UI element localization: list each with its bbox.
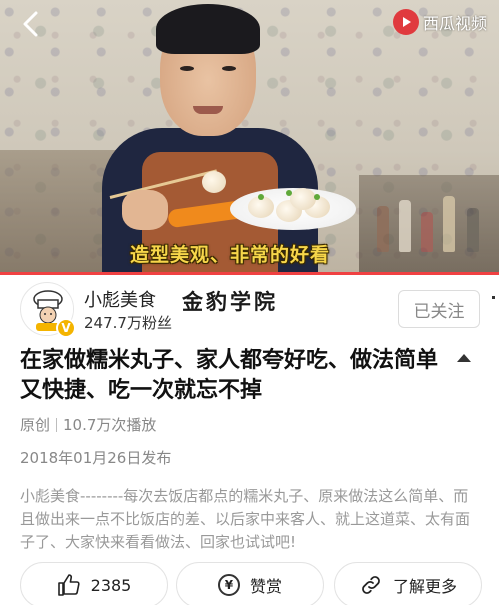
video-player[interactable]: 造型美观、非常的好看 西瓜视频 — [0, 0, 499, 272]
play-circle-icon — [392, 9, 419, 35]
yuan-coin-icon: ¥ — [217, 574, 240, 596]
author-fans-count: 247.7万粉丝 — [84, 314, 172, 332]
learn-more-label: 了解更多 — [392, 577, 457, 596]
like-count: 2385 — [90, 575, 132, 595]
brand-name: 西瓜视频 — [422, 14, 487, 33]
video-shelf-right — [359, 175, 499, 272]
origin-label: 原创 — [20, 416, 51, 434]
video-hand — [122, 190, 168, 230]
follow-button[interactable]: 已关注 — [398, 290, 480, 328]
author-name[interactable]: 小彪美食 — [84, 286, 156, 312]
meta-row: 原创 10.7万次播放 — [20, 414, 156, 435]
reward-label: 赞赏 — [249, 577, 282, 596]
verified-badge: V — [56, 318, 76, 338]
learn-more-button[interactable]: 了解更多 — [334, 562, 482, 605]
back-button[interactable] — [18, 10, 46, 38]
play-count: 10.7万次播放 — [63, 416, 157, 434]
video-progress-bar[interactable] — [0, 272, 499, 275]
action-bar: 2385 ¥ 赞赏 了解更多 — [0, 562, 499, 605]
brand-logo[interactable]: 西瓜视频 — [392, 9, 487, 35]
video-caption: 造型美观、非常的好看 — [130, 244, 331, 266]
meta-divider — [56, 417, 58, 432]
link-icon — [362, 576, 380, 594]
author-row: V 小彪美食 247.7万粉丝 金豹学院 已关注 — [0, 278, 499, 340]
like-button[interactable]: 2385 — [20, 562, 168, 605]
chevron-left-icon — [23, 11, 38, 37]
triangle-up-icon[interactable] — [457, 354, 471, 362]
watermark-text: 金豹学院 — [182, 289, 278, 314]
video-progress-fill — [0, 272, 499, 275]
video-person-hair — [156, 4, 260, 54]
side-dot — [492, 296, 495, 299]
publish-date: 2018年01月26日发布 — [20, 449, 172, 467]
thumbs-up-icon — [57, 574, 80, 596]
video-title: 在家做糯米丸子、家人都夸好吃、做法简单又快捷、吃一次就忘不掉 — [20, 348, 439, 403]
reward-button[interactable]: ¥ 赞赏 — [176, 562, 324, 605]
video-description: 小彪美食--------每次去饭店都点的糯米丸子、原来做法这么简单、而且做出来一… — [20, 487, 471, 551]
video-rice-ball — [202, 171, 226, 193]
